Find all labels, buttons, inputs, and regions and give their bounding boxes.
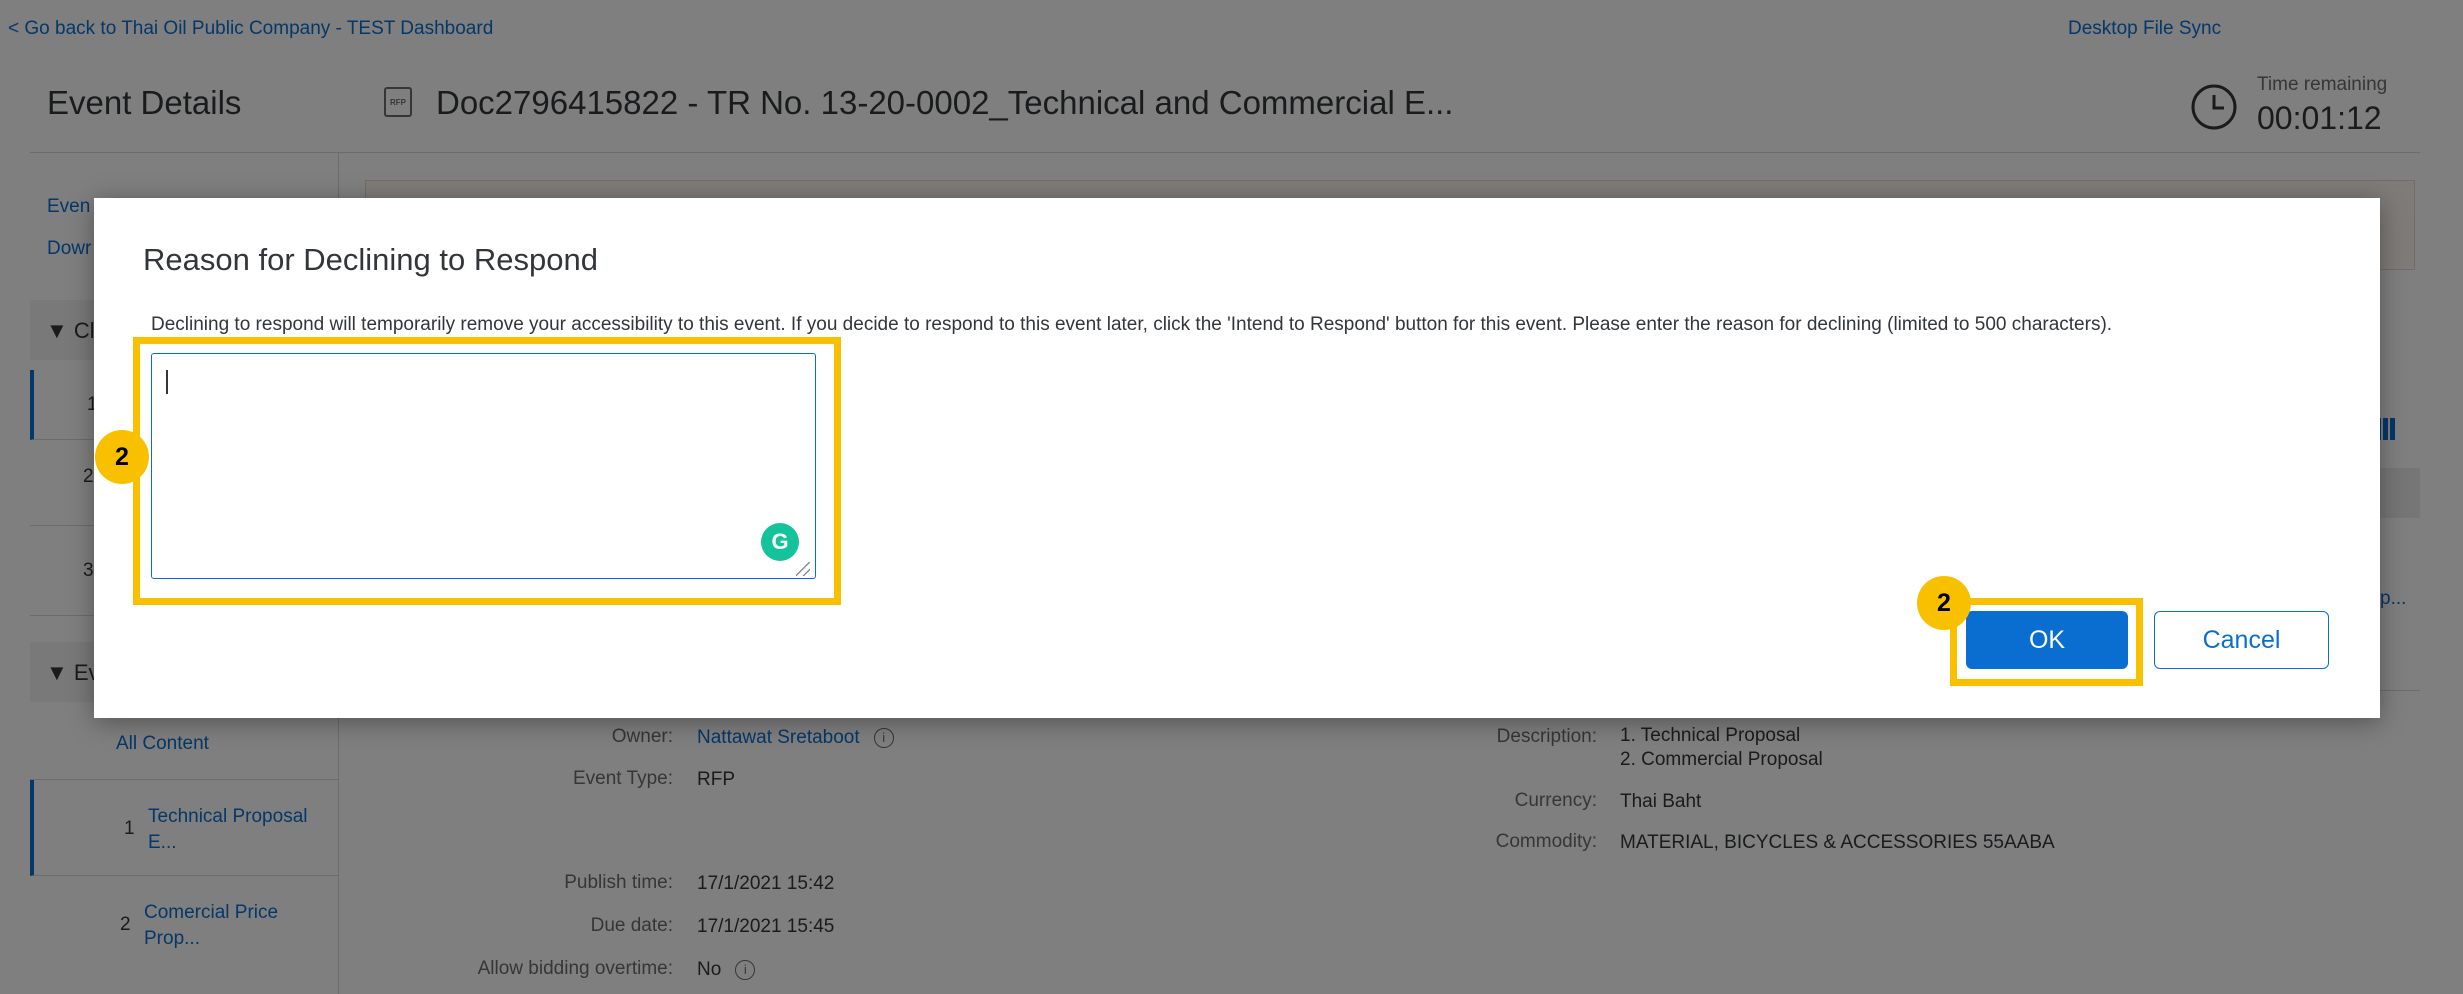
textarea-highlight — [133, 337, 841, 605]
step-badge: 2 — [95, 430, 149, 484]
step-badge: 2 — [1917, 576, 1971, 630]
ok-button-highlight — [1950, 598, 2143, 686]
dialog-title: Reason for Declining to Respond — [143, 242, 598, 277]
dialog-message: Declining to respond will temporarily re… — [151, 314, 2113, 335]
cancel-button[interactable]: Cancel — [2154, 611, 2329, 669]
